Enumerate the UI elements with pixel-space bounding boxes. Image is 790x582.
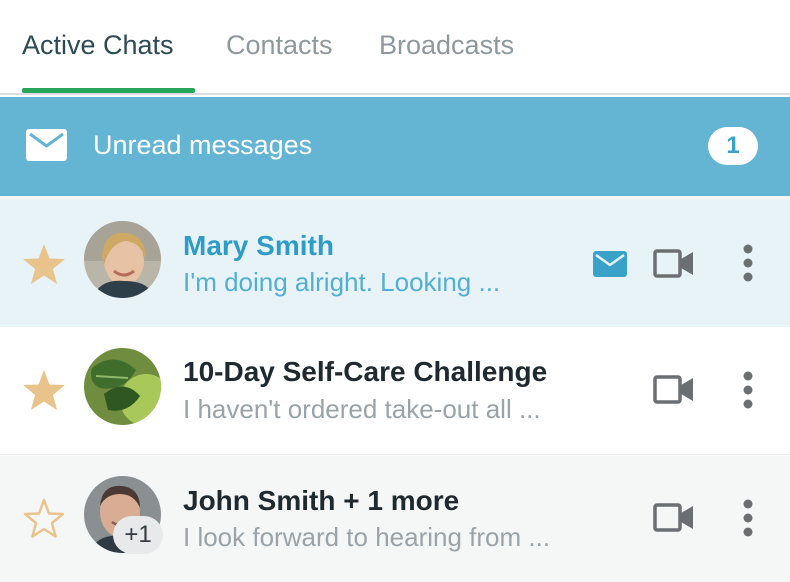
tab-bar: Active Chats Contacts Broadcasts (0, 0, 790, 95)
chat-title: Mary Smith (183, 230, 334, 261)
unread-messages-label: Unread messages (93, 130, 313, 160)
chat-preview: I look forward to hearing from ... (183, 522, 551, 552)
video-camera-icon[interactable] (653, 503, 694, 532)
avatar-mary-smith (84, 221, 161, 298)
video-camera-icon[interactable] (653, 375, 694, 404)
star-outline-icon[interactable] (22, 497, 66, 539)
more-vertical-icon[interactable] (742, 371, 754, 409)
unread-mail-icon[interactable] (593, 251, 627, 277)
star-filled-icon[interactable] (22, 243, 66, 285)
active-tab-indicator (22, 88, 195, 93)
divider (0, 454, 790, 455)
tab-contacts[interactable]: Contacts (226, 30, 333, 61)
video-camera-icon[interactable] (653, 249, 694, 278)
chat-title: John Smith + 1 more (183, 485, 460, 516)
chat-preview: I haven't ordered take-out all ... (183, 394, 541, 424)
envelope-icon (26, 129, 67, 161)
extra-participants-badge: +1 (113, 516, 163, 554)
star-filled-icon[interactable] (22, 369, 66, 411)
tab-active-chats[interactable]: Active Chats (22, 30, 174, 61)
more-vertical-icon[interactable] (742, 499, 754, 537)
unread-count-badge: 1 (708, 127, 758, 165)
more-vertical-icon[interactable] (742, 244, 754, 282)
tab-broadcasts[interactable]: Broadcasts (379, 30, 514, 61)
chat-title: 10-Day Self-Care Challenge (183, 356, 548, 387)
chat-preview: I'm doing alright. Looking ... (183, 267, 501, 297)
avatar-self-care-challenge (84, 348, 161, 425)
